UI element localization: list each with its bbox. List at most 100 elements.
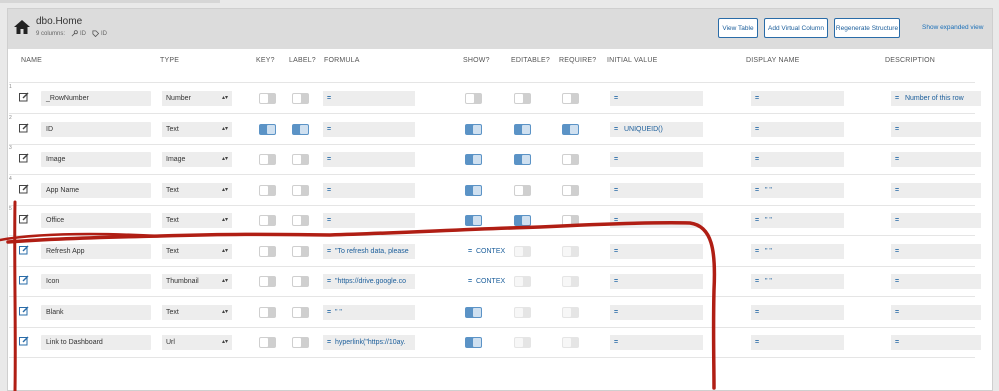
- require-toggle[interactable]: [562, 93, 579, 104]
- description-input[interactable]: =: [891, 243, 981, 259]
- column-name-input[interactable]: _RowNumber: [41, 91, 151, 106]
- description-input[interactable]: =: [891, 121, 981, 137]
- column-type-select[interactable]: Text ▴▾: [162, 243, 232, 259]
- display-name-input[interactable]: =: [751, 91, 844, 106]
- regenerate-structure-button[interactable]: Regenerate Structure: [834, 18, 900, 38]
- display-name-input[interactable]: = " ": [751, 274, 844, 289]
- formula-input[interactable]: = " ": [323, 304, 415, 320]
- show-formula[interactable]: = CONTEX: [464, 244, 508, 259]
- display-name-input[interactable]: =: [751, 304, 844, 320]
- description-input[interactable]: =: [891, 304, 981, 320]
- formula-input[interactable]: = "To refresh data, please: [323, 243, 415, 259]
- initial-value-input[interactable]: =: [610, 243, 703, 259]
- display-name-input[interactable]: =: [751, 121, 844, 137]
- edit-icon[interactable]: [19, 336, 29, 346]
- column-name-input[interactable]: Icon: [41, 274, 151, 289]
- column-type-select[interactable]: Text ▴▾: [162, 182, 232, 198]
- key-toggle[interactable]: [259, 184, 276, 196]
- key-toggle[interactable]: [259, 93, 276, 104]
- edit-icon[interactable]: [19, 306, 29, 316]
- label-toggle[interactable]: [292, 245, 309, 257]
- column-name-input[interactable]: Link to Dashboard: [41, 335, 151, 350]
- show-toggle[interactable]: [465, 154, 482, 165]
- column-name-input[interactable]: Image: [41, 152, 151, 167]
- column-type-select[interactable]: Number ▴▾: [162, 91, 232, 106]
- column-type-select[interactable]: Text ▴▾: [162, 304, 232, 320]
- key-toggle[interactable]: [259, 276, 276, 287]
- key-toggle[interactable]: [259, 215, 276, 226]
- editable-toggle[interactable]: [514, 123, 531, 135]
- edit-icon[interactable]: [19, 153, 29, 163]
- formula-input[interactable]: =: [323, 152, 415, 167]
- require-toggle[interactable]: [562, 215, 579, 226]
- show-toggle[interactable]: [465, 184, 482, 196]
- column-type-select[interactable]: Image ▴▾: [162, 152, 232, 167]
- formula-input[interactable]: =: [323, 182, 415, 198]
- show-toggle[interactable]: [465, 123, 482, 135]
- column-type-select[interactable]: Url ▴▾: [162, 335, 232, 350]
- edit-icon[interactable]: [19, 123, 29, 133]
- label-toggle[interactable]: [292, 215, 309, 226]
- formula-input[interactable]: = "https://drive.google.co: [323, 274, 415, 289]
- editable-toggle[interactable]: [514, 215, 531, 226]
- formula-input[interactable]: =: [323, 121, 415, 137]
- edit-icon[interactable]: [19, 245, 29, 255]
- initial-value-input[interactable]: = UNIQUEID(): [610, 121, 703, 137]
- edit-icon[interactable]: [19, 92, 29, 102]
- column-type-select[interactable]: Text ▴▾: [162, 121, 232, 137]
- description-input[interactable]: =: [891, 182, 981, 198]
- description-input[interactable]: =: [891, 213, 981, 228]
- label-toggle[interactable]: [292, 93, 309, 104]
- description-input[interactable]: =: [891, 335, 981, 350]
- initial-value-input[interactable]: =: [610, 91, 703, 106]
- formula-input[interactable]: =: [323, 91, 415, 106]
- column-name-input[interactable]: Blank: [41, 304, 151, 320]
- require-toggle[interactable]: [562, 123, 579, 135]
- show-toggle[interactable]: [465, 306, 482, 318]
- show-toggle[interactable]: [465, 215, 482, 226]
- initial-value-input[interactable]: =: [610, 182, 703, 198]
- label-toggle[interactable]: [292, 184, 309, 196]
- column-type-select[interactable]: Thumbnail ▴▾: [162, 274, 232, 289]
- key-toggle[interactable]: [259, 245, 276, 257]
- description-input[interactable]: = Number of this row: [891, 91, 981, 106]
- key-toggle[interactable]: [259, 123, 276, 135]
- display-name-input[interactable]: =: [751, 335, 844, 350]
- label-toggle[interactable]: [292, 276, 309, 287]
- column-name-input[interactable]: ID: [41, 121, 151, 137]
- initial-value-input[interactable]: =: [610, 152, 703, 167]
- initial-value-input[interactable]: =: [610, 274, 703, 289]
- require-toggle[interactable]: [562, 184, 579, 196]
- column-name-input[interactable]: Refresh App: [41, 243, 151, 259]
- require-toggle[interactable]: [562, 154, 579, 165]
- initial-value-input[interactable]: =: [610, 335, 703, 350]
- column-type-select[interactable]: Text ▴▾: [162, 213, 232, 228]
- editable-toggle[interactable]: [514, 154, 531, 165]
- editable-toggle[interactable]: [514, 93, 531, 104]
- add-virtual-column-button[interactable]: Add Virtual Column: [764, 18, 828, 38]
- description-input[interactable]: =: [891, 152, 981, 167]
- formula-input[interactable]: = hyperlink("https://10ay.: [323, 335, 415, 350]
- show-expanded-view-link[interactable]: Show expanded view: [922, 24, 983, 31]
- formula-input[interactable]: =: [323, 213, 415, 228]
- column-name-input[interactable]: App Name: [41, 182, 151, 198]
- label-toggle[interactable]: [292, 306, 309, 318]
- label-toggle[interactable]: [292, 154, 309, 165]
- description-input[interactable]: =: [891, 274, 981, 289]
- label-toggle[interactable]: [292, 123, 309, 135]
- show-formula[interactable]: = CONTEX: [464, 274, 508, 289]
- edit-icon[interactable]: [19, 275, 29, 285]
- display-name-input[interactable]: = " ": [751, 243, 844, 259]
- label-toggle[interactable]: [292, 337, 309, 348]
- editable-toggle[interactable]: [514, 184, 531, 196]
- view-table-button[interactable]: View Table: [718, 18, 758, 38]
- key-toggle[interactable]: [259, 154, 276, 165]
- edit-icon[interactable]: [19, 184, 29, 194]
- column-name-input[interactable]: Office: [41, 213, 151, 228]
- display-name-input[interactable]: =: [751, 152, 844, 167]
- display-name-input[interactable]: = " ": [751, 182, 844, 198]
- edit-icon[interactable]: [19, 214, 29, 224]
- display-name-input[interactable]: = " ": [751, 213, 844, 228]
- show-toggle[interactable]: [465, 337, 482, 348]
- key-toggle[interactable]: [259, 337, 276, 348]
